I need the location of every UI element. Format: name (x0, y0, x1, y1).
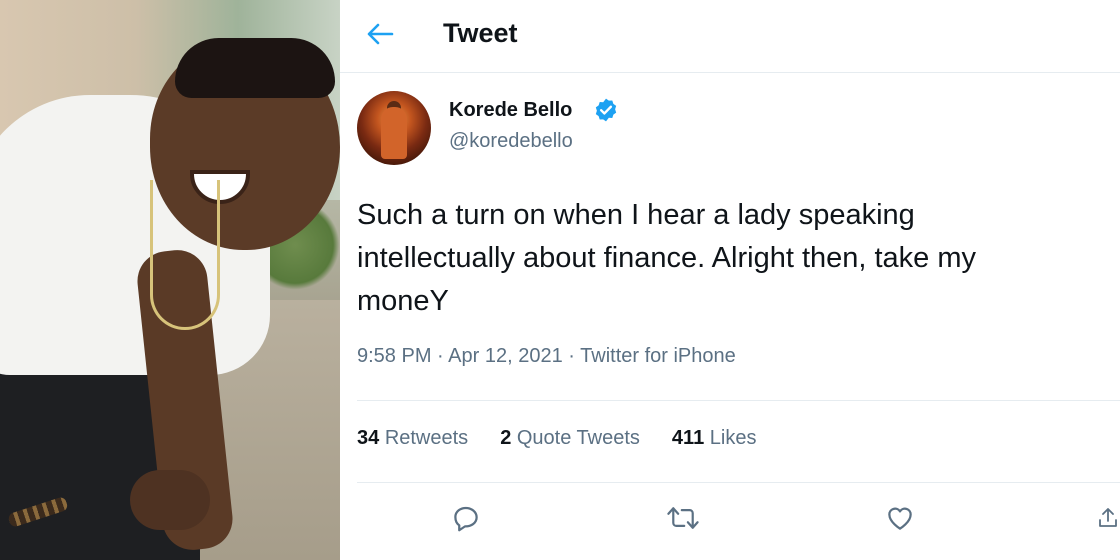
tweet-text: Such a turn on when I hear a lady speaki… (357, 194, 1120, 323)
tweet-date[interactable]: Apr 12, 2021 (448, 345, 563, 367)
likes-stat[interactable]: 411 Likes (672, 427, 757, 450)
meta-separator: · (437, 345, 444, 367)
tweet-panel: Tweet Korede Bello @koredebello Such a t… (340, 0, 1120, 560)
photo-hand (130, 470, 210, 530)
retweet-icon (667, 507, 699, 529)
photo-chain (150, 180, 220, 330)
quote-tweets-stat[interactable]: 2 Quote Tweets (500, 427, 640, 450)
profile-photo (0, 0, 340, 560)
author-display-name[interactable]: Korede Bello (449, 99, 572, 122)
retweets-count: 34 (357, 427, 380, 449)
back-button[interactable] (360, 16, 400, 52)
author-handle[interactable]: @koredebello (449, 130, 573, 153)
meta-separator: · (568, 345, 575, 367)
verified-badge-icon (595, 98, 617, 122)
reply-button[interactable] (446, 498, 486, 538)
likes-count: 411 (671, 427, 705, 449)
page-title: Tweet (443, 18, 518, 48)
tweet-text-line: intellectually about finance. Alright th… (357, 242, 977, 274)
arrow-left-icon (367, 23, 394, 45)
like-button[interactable] (880, 498, 920, 538)
tweet-time[interactable]: 9:58 PM (357, 345, 431, 367)
tweet-metadata: 9:58 PM · Apr 12, 2021 · Twitter for iPh… (357, 345, 736, 368)
retweet-button[interactable] (663, 498, 703, 538)
like-icon (888, 507, 912, 530)
retweets-label: Retweets (384, 427, 469, 449)
photo-hair (175, 38, 335, 98)
avatar-figure (381, 107, 407, 159)
share-button[interactable] (1096, 498, 1120, 538)
tweet-header: Tweet (340, 0, 1120, 73)
avatar[interactable] (357, 91, 431, 165)
tweet-text-line: moneY (357, 285, 449, 317)
tweet-source[interactable]: Twitter for iPhone (580, 345, 736, 367)
quote-tweets-count: 2 (500, 427, 512, 449)
quote-tweets-label: Quote Tweets (516, 427, 640, 449)
tweet-stats: 34 Retweets 2 Quote Tweets 411 Likes (357, 427, 788, 450)
reply-icon (454, 506, 478, 532)
tweet-text-line: Such a turn on when I hear a lady speaki… (357, 199, 915, 231)
share-icon (1099, 508, 1117, 527)
retweets-stat[interactable]: 34 Retweets (357, 427, 468, 450)
divider (357, 482, 1120, 483)
likes-label: Likes (709, 427, 757, 449)
divider (357, 400, 1120, 401)
tweet-actions-bar (340, 498, 1120, 538)
